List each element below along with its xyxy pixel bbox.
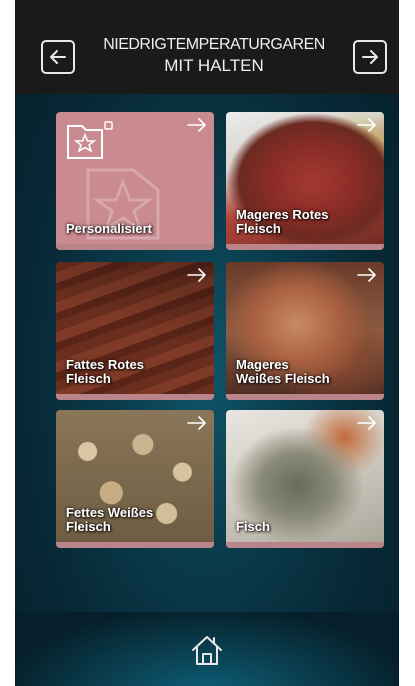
tile-label: Personalisiert (66, 221, 152, 236)
tile-label: Fisch (236, 519, 270, 534)
tile-accent-bar (226, 244, 384, 250)
title-line-2: MIT HALTEN (164, 56, 264, 75)
oven-screen: NIEDRIGTEMPERATURGAREN MIT HALTEN Person… (15, 0, 399, 686)
favorite-folder-icon (67, 121, 113, 159)
tile-personalisiert[interactable]: Personalisiert (56, 112, 214, 250)
arrow-right-icon (187, 416, 206, 430)
arrow-left-icon (50, 50, 66, 64)
arrow-right-icon (357, 268, 376, 282)
tile-label: Fattes Rotes Fleisch (66, 357, 145, 386)
tile-label: Fettes Weißes Fleisch (66, 505, 154, 534)
tile-accent-bar (226, 394, 384, 400)
arrow-right-icon (362, 50, 378, 64)
arrow-right-icon (187, 118, 206, 132)
home-icon (192, 636, 222, 665)
header-bar: NIEDRIGTEMPERATURGAREN MIT HALTEN (15, 0, 399, 94)
tile-label: Mageres Rotes Fleisch (236, 207, 329, 236)
tile-label: Mageres Weißes Fleisch (236, 357, 330, 386)
tile-accent-bar (226, 542, 384, 548)
tile-fettes-weisses-fleisch[interactable]: Fettes Weißes Fleisch (56, 410, 214, 548)
tile-accent-bar (56, 542, 214, 548)
arrow-right-icon (187, 268, 206, 282)
tile-fisch[interactable]: Fisch (226, 410, 384, 548)
tile-mageres-rotes-fleisch[interactable]: Mageres Rotes Fleisch (226, 112, 384, 250)
tile-accent-bar (56, 244, 214, 250)
arrow-right-icon (357, 416, 376, 430)
home-button[interactable] (189, 632, 225, 668)
tile-mageres-weisses-fleisch[interactable]: Mageres Weißes Fleisch (226, 262, 384, 400)
page-title: NIEDRIGTEMPERATURGAREN MIT HALTEN (79, 34, 349, 76)
forward-button[interactable] (353, 40, 387, 74)
back-button[interactable] (41, 40, 75, 74)
arrow-right-icon (357, 118, 376, 132)
tile-accent-bar (56, 394, 214, 400)
tile-fattes-rotes-fleisch[interactable]: Fattes Rotes Fleisch (56, 262, 214, 400)
title-line-1: NIEDRIGTEMPERATURGAREN (103, 36, 325, 53)
